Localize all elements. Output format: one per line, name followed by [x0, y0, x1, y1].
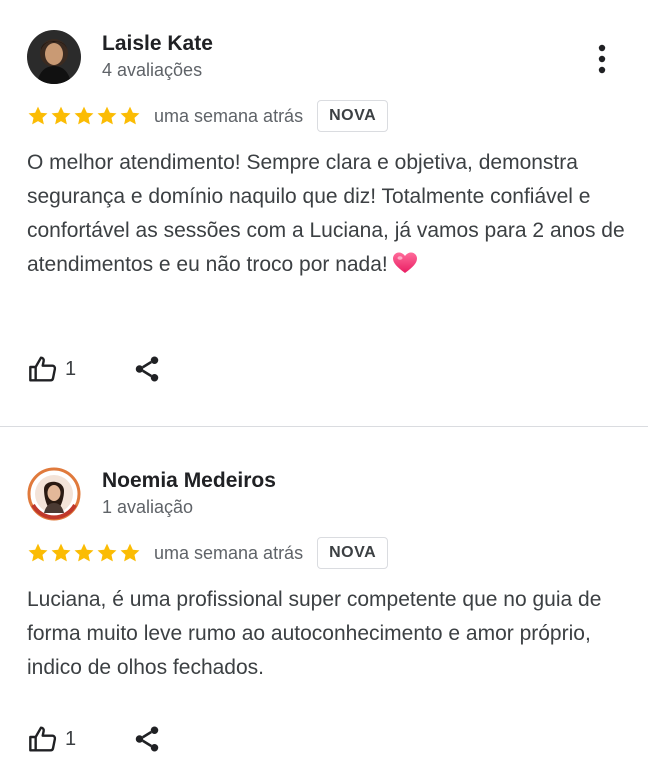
thumb-up-icon — [29, 356, 57, 382]
star-icon — [74, 543, 94, 562]
like-count: 1 — [65, 727, 77, 750]
review-actions: 1 — [27, 353, 162, 385]
reviewer-review-count: 1 avaliação — [102, 497, 194, 517]
review-meta: uma semana atrás NOVA — [27, 536, 389, 570]
reviewer-review-count: 4 avaliações — [102, 60, 203, 80]
share-icon — [135, 726, 159, 752]
avatar[interactable] — [27, 467, 81, 521]
heart-icon — [392, 252, 417, 273]
review-actions: 1 — [27, 723, 162, 755]
review-card: Laisle Kate 4 avaliações uma semana atrá… — [0, 0, 648, 426]
star-icon — [28, 106, 48, 125]
star-icon — [97, 543, 117, 562]
review-time: uma semana atrás — [154, 105, 304, 126]
more-vert-icon — [598, 44, 606, 74]
star-icon — [120, 106, 140, 125]
share-icon — [135, 356, 159, 382]
review-text: O melhor atendimento! Sempre clara e obj… — [27, 146, 627, 282]
star-icon — [74, 106, 94, 125]
avatar[interactable] — [27, 30, 81, 84]
star-icon — [51, 106, 71, 125]
star-icon — [28, 543, 48, 562]
new-badge: NOVA — [317, 537, 389, 569]
review-text: Luciana, é uma profissional super compet… — [27, 583, 627, 685]
more-options-button[interactable] — [584, 37, 620, 81]
like-count: 1 — [65, 357, 77, 380]
thumb-up-icon — [29, 726, 57, 752]
share-button[interactable] — [132, 724, 162, 754]
review-text-body: Luciana, é uma profissional super compet… — [27, 588, 602, 679]
share-button[interactable] — [132, 354, 162, 384]
review-meta: uma semana atrás NOVA — [27, 99, 389, 133]
star-rating — [27, 542, 142, 564]
review-card: Noemia Medeiros 1 avaliação uma semana a… — [0, 427, 648, 780]
reviewer-name[interactable]: Noemia Medeiros — [102, 469, 276, 493]
review-text-body: O melhor atendimento! Sempre clara e obj… — [27, 151, 625, 276]
star-icon — [120, 543, 140, 562]
review-time: uma semana atrás — [154, 542, 304, 563]
like-button[interactable]: 1 — [27, 723, 76, 755]
star-icon — [51, 543, 71, 562]
avatar-photo-icon — [27, 467, 81, 521]
star-icon — [97, 106, 117, 125]
avatar-photo-icon — [27, 30, 81, 84]
new-badge: NOVA — [317, 100, 389, 132]
star-rating — [27, 105, 142, 127]
reviewer-name[interactable]: Laisle Kate — [102, 32, 213, 56]
like-button[interactable]: 1 — [27, 353, 76, 385]
